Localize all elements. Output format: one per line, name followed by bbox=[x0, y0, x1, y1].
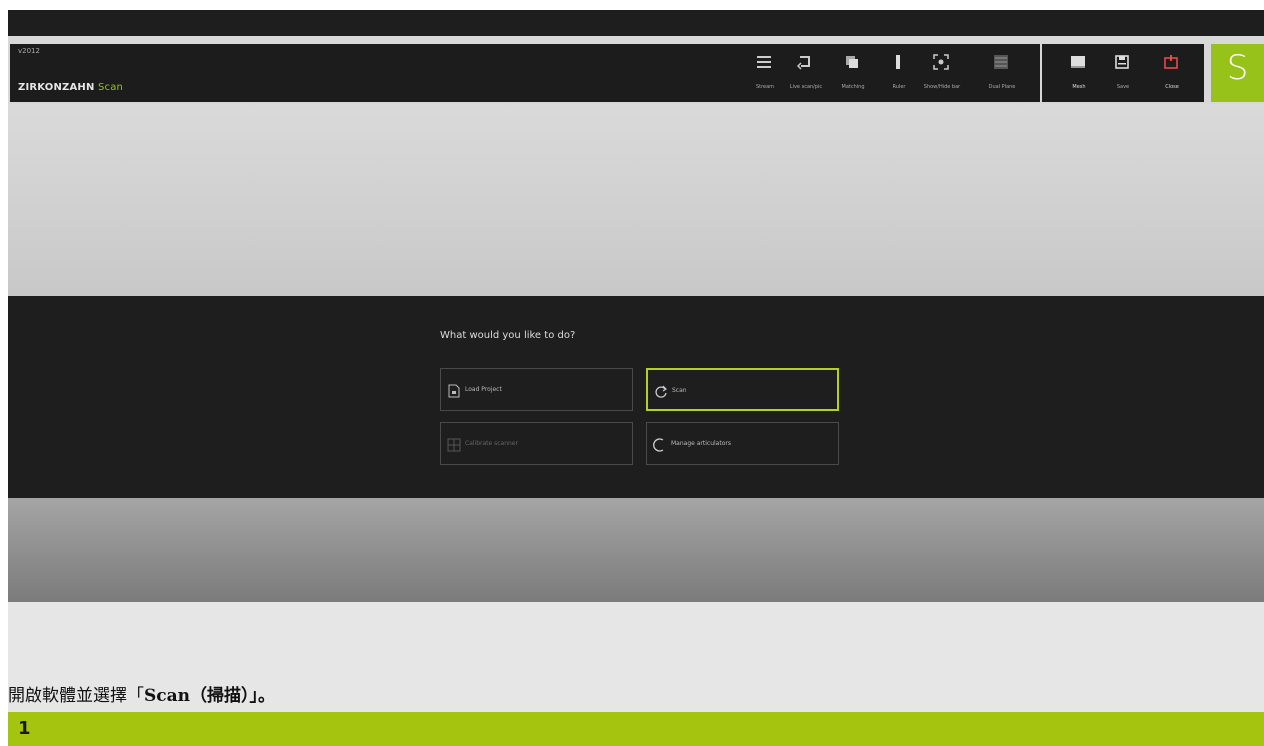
calibrate-scanner-label: Calibrate scanner bbox=[465, 440, 518, 447]
window-top-bar bbox=[8, 10, 1264, 36]
toolbar-close-label: Close bbox=[1165, 84, 1179, 90]
step-bar: 1 bbox=[8, 712, 1264, 746]
step-number: 1 bbox=[18, 718, 31, 739]
brand-logo: ZIRKONZAHN Scan bbox=[18, 82, 123, 93]
instruction-emphasis: Scan（掃描） bbox=[144, 686, 250, 706]
grid-panel-icon bbox=[994, 55, 1008, 69]
viewport-background-bottom bbox=[8, 498, 1264, 602]
instruction-end: 」。 bbox=[249, 686, 276, 706]
toolbar-save-label: Save bbox=[1116, 84, 1130, 90]
app-header: v2012 ZIRKONZAHN Scan Stream Live scan/p bbox=[8, 42, 1264, 104]
instruction-caption: 開啟軟體並選擇「Scan（掃描）」。 bbox=[8, 681, 275, 706]
toolbar-show-hide-button[interactable]: Show/Hide bar bbox=[917, 50, 967, 96]
calibrate-grid-icon bbox=[447, 438, 461, 452]
logo-letter: S bbox=[1226, 48, 1249, 88]
scan-rotate-icon bbox=[655, 385, 667, 398]
toolbar-show-hide-label: Show/Hide bar bbox=[923, 84, 961, 90]
toolbar-matching-button[interactable]: Matching bbox=[828, 50, 878, 96]
focus-frame-icon bbox=[933, 54, 949, 70]
toolbar-dual-plane-label: Dual Plane bbox=[988, 84, 1016, 90]
version-label: v2012 bbox=[18, 47, 40, 55]
toolbar-main: v2012 ZIRKONZAHN Scan Stream Live scan/p bbox=[10, 44, 1040, 102]
toolbar-live-scan-button[interactable]: Live scan/pic bbox=[781, 50, 831, 96]
scan-label: Scan bbox=[672, 387, 687, 394]
brand-name: ZIRKONZAHN bbox=[18, 82, 95, 93]
power-icon bbox=[1164, 55, 1178, 69]
toolbar-mesh-label: Mesh bbox=[1072, 84, 1086, 90]
monitor-icon bbox=[1071, 56, 1085, 68]
toolbar-save-button[interactable]: Save bbox=[1098, 50, 1148, 96]
toolbar-matching-label: Matching bbox=[841, 84, 865, 90]
load-project-button[interactable]: Load Project bbox=[440, 368, 633, 411]
scan-button[interactable]: Scan bbox=[646, 368, 839, 411]
start-dialog: What would you like to do? Load Project … bbox=[8, 296, 1264, 498]
toolbar-live-scan-label: Live scan/pic bbox=[789, 84, 823, 90]
dialog-title: What would you like to do? bbox=[440, 330, 576, 341]
zirkonzahn-s-logo: S bbox=[1211, 44, 1264, 102]
document-icon bbox=[448, 384, 460, 398]
toolbar-right: Mesh Save Close bbox=[1042, 44, 1204, 102]
viewport-background-top bbox=[8, 104, 1264, 296]
toolbar-dual-plane-button[interactable]: Dual Plane bbox=[977, 50, 1027, 96]
rotate-arrow-icon bbox=[797, 56, 810, 70]
calibrate-scanner-button: Calibrate scanner bbox=[440, 422, 633, 465]
instruction-text: 開啟軟體並選擇「 bbox=[8, 686, 144, 706]
ruler-icon bbox=[896, 55, 900, 69]
save-disk-icon bbox=[1115, 55, 1129, 69]
copy-stack-icon bbox=[846, 56, 858, 68]
manage-articulators-button[interactable]: Manage articulators bbox=[646, 422, 839, 465]
load-project-label: Load Project bbox=[465, 386, 502, 393]
toolbar-mesh-button[interactable]: Mesh bbox=[1054, 50, 1104, 96]
manage-articulators-label: Manage articulators bbox=[671, 440, 731, 447]
articulator-arc-icon bbox=[653, 438, 664, 452]
scan-app-window: v2012 ZIRKONZAHN Scan Stream Live scan/p bbox=[8, 42, 1264, 602]
menu-lines-icon bbox=[757, 56, 771, 68]
brand-product: Scan bbox=[97, 82, 124, 93]
toolbar-close-button[interactable]: Close bbox=[1147, 50, 1197, 96]
